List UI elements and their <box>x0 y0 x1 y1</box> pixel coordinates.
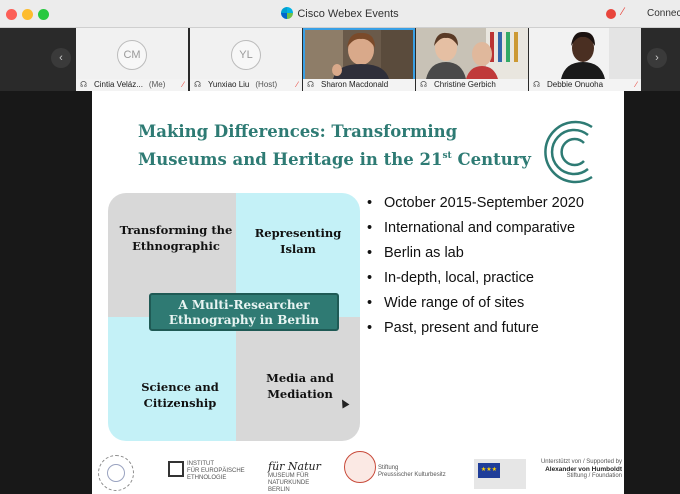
museum-logo: für Natur MUSEUM FÜR NATURKUNDE BERLIN <box>268 461 336 494</box>
chevron-right-icon[interactable]: › <box>647 48 667 68</box>
slide-title: Making Differences: Transforming Museums… <box>138 119 558 172</box>
participant-video-tile[interactable]: ☊ Sharon Macdonald <box>303 28 415 91</box>
participant-video <box>416 28 528 79</box>
center-label-line1: A Multi-Researcher <box>178 298 310 312</box>
humboldt-name: Alexander von Humboldt <box>545 466 622 473</box>
participant-video <box>529 28 641 79</box>
shared-content-area: Making Differences: Transforming Museums… <box>0 91 680 494</box>
bullet-item: Wide range of of sites <box>364 293 614 314</box>
slide-title-line1: Making Differences: Transforming <box>138 122 458 141</box>
bullet-text: In-depth, local, practice <box>384 270 534 286</box>
institute-mark-icon <box>168 461 184 477</box>
participant-name: Yunxiao Liu <box>208 80 250 89</box>
bullet-text: Past, present and future <box>384 320 539 336</box>
slide-title-line2: Museums and Heritage in the 21st Century <box>138 144 558 172</box>
foundation-name-line1: Stiftung <box>378 465 399 471</box>
bullet-text: Berlin as lab <box>384 245 464 261</box>
muted-mic-icon: ∕ <box>635 80 637 89</box>
participant-tile[interactable]: YL ☊ Yunxiao Liu (Host) ∕ <box>190 28 302 91</box>
headset-icon: ☊ <box>194 80 202 89</box>
participant-name: Debbie Onuoha <box>547 80 604 89</box>
museum-name-line1: MUSEUM FÜR <box>268 473 309 479</box>
participant-name: Christine Gerbich <box>434 80 496 89</box>
participant-name-bar: ☊ Christine Gerbich <box>416 79 528 91</box>
bullet-text: International and comparative <box>384 220 576 236</box>
participant-strip: ‹ CM ☊ Cintia Veláz... (Me) ∕ YL ☊ Yunxia… <box>0 28 680 91</box>
participant-name-bar: ☊ Yunxiao Liu (Host) ∕ <box>190 79 302 91</box>
chevron-left-icon[interactable]: ‹ <box>51 48 71 68</box>
muted-mic-icon[interactable]: ∕ <box>622 6 624 18</box>
participant-name: Cintia Veláz... <box>94 80 143 89</box>
muted-mic-icon: ∕ <box>296 80 298 89</box>
bullet-item: Berlin as lab <box>364 243 614 264</box>
slide-title-superscript: st <box>442 151 452 161</box>
humboldt-supported-by: Unterstützt von / Supported by <box>540 459 622 465</box>
connect-menu-label[interactable]: Connect <box>647 8 680 19</box>
headset-icon: ☊ <box>80 80 88 89</box>
foundation-name: Stiftung Preussischer Kulturbesitz <box>378 465 448 479</box>
center-label: A Multi-Researcher Ethnography in Berlin <box>149 293 339 331</box>
headset-icon: ☊ <box>307 80 315 89</box>
sponsor-logos: INSTITUT FÜR EUROPÄISCHE ETHNOLOGIE für … <box>92 447 624 494</box>
quadrant-label: Representing Islam <box>254 226 342 256</box>
bullet-item: International and comparative <box>364 218 614 239</box>
project-logo-icon <box>544 120 593 184</box>
humboldt-logo: Unterstützt von / Supported by Alexander… <box>538 459 622 480</box>
bullet-list: October 2015-September 2020 Internationa… <box>364 193 614 343</box>
window-title: Cisco Webex Events <box>0 7 680 20</box>
muted-mic-icon: ∕ <box>182 80 184 89</box>
bullet-text: Wide range of of sites <box>384 295 525 311</box>
bullet-text: October 2015-September 2020 <box>384 195 584 211</box>
slide-title-line2-text: Museums and Heritage in the 21 <box>138 150 443 169</box>
university-seal-icon <box>98 455 134 491</box>
institute-name-line2: FÜR EUROPÄISCHE <box>187 468 245 474</box>
avatar: YL <box>231 40 261 70</box>
quadrant-label: Science and Citizenship <box>141 380 219 410</box>
app-title-text: Cisco Webex Events <box>297 8 399 20</box>
participant-video-tile[interactable]: ☊ Debbie Onuoha ∕ <box>529 28 641 91</box>
participant-name-bar: ☊ Sharon Macdonald <box>303 79 415 91</box>
slide-title-line2-end: Century <box>451 150 531 169</box>
presentation-slide: Making Differences: Transforming Museums… <box>92 91 624 494</box>
window-titlebar: Cisco Webex Events ∕ Connect <box>0 0 680 28</box>
participant-role: (Host) <box>255 80 278 89</box>
quadrant-label: Transforming the Ethnographic <box>119 223 233 253</box>
bullet-item: Past, present and future <box>364 318 614 339</box>
foundation-name-line2: Preussischer Kulturbesitz <box>378 472 446 478</box>
avatar: CM <box>117 40 147 70</box>
participant-name-bar: ☊ Cintia Veláz... (Me) ∕ <box>76 79 188 91</box>
participant-role: (Me) <box>148 80 166 89</box>
museum-name-line3: BERLIN <box>268 487 290 493</box>
foundation-emblem-icon <box>344 451 376 483</box>
center-label-line2: Ethnography in Berlin <box>168 313 320 327</box>
participant-tile[interactable]: CM ☊ Cintia Veláz... (Me) ∕ <box>76 28 188 91</box>
bullet-item: In-depth, local, practice <box>364 268 614 289</box>
eu-logo: ★★★ <box>474 459 526 489</box>
headset-icon: ☊ <box>533 80 541 89</box>
museum-name-line2: NATURKUNDE <box>268 480 310 486</box>
recording-indicator-icon <box>606 9 616 19</box>
webex-logo-icon <box>281 7 294 19</box>
headset-icon: ☊ <box>420 80 428 89</box>
eu-flag-icon: ★★★ <box>478 463 500 478</box>
quadrant-label: Media and Mediation <box>266 371 334 401</box>
museum-logo-script: für Natur <box>268 460 321 473</box>
institute-logo: INSTITUT FÜR EUROPÄISCHE ETHNOLOGIE <box>168 461 248 482</box>
institute-name-line3: ETHNOLOGIE <box>187 475 227 481</box>
participant-video <box>303 28 415 79</box>
bullet-item: October 2015-September 2020 <box>364 193 614 214</box>
humboldt-sub: Stiftung / Foundation <box>566 473 622 479</box>
participant-name-bar: ☊ Debbie Onuoha ∕ <box>529 79 641 91</box>
participant-video-tile[interactable]: ☊ Christine Gerbich <box>416 28 528 91</box>
participant-name: Sharon Macdonald <box>321 80 389 89</box>
institute-name-line1: INSTITUT <box>187 461 214 467</box>
